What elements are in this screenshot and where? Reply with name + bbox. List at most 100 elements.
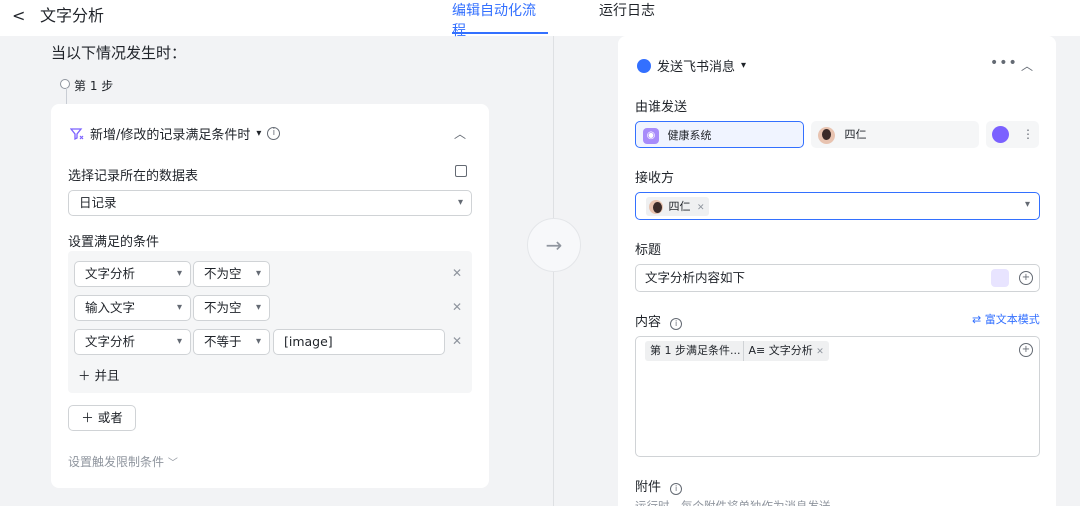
- plus-icon: ＋: [81, 410, 94, 425]
- content-editor[interactable]: 第 1 步满足条件... A≡ 文字分析 ✕ +: [635, 336, 1040, 457]
- sender-app-option[interactable]: ◉ 健康系统: [635, 121, 804, 148]
- chevron-left-icon[interactable]: <: [12, 6, 25, 25]
- sender-user-name: 四仁: [844, 128, 867, 141]
- condition-area: 文字分析 ▾ 不为空 ▾ ✕ 输入文字 ▾ 不为空 ▾ ✕ 文字分析 ▾ 不等于…: [68, 251, 472, 393]
- rich-text-label: 富文本模式: [984, 313, 1040, 326]
- chevron-up-icon[interactable]: ︿: [1021, 57, 1033, 74]
- action-header[interactable]: 发送飞书消息 ▾: [637, 56, 746, 75]
- title-label: 标题: [635, 243, 662, 258]
- more-icon[interactable]: •••: [990, 55, 1018, 71]
- chevron-down-icon: ▾: [176, 302, 182, 313]
- app-icon: [992, 126, 1009, 143]
- chevron-down-icon: ▾: [255, 302, 261, 313]
- chevron-down-icon: ▾: [255, 268, 261, 279]
- action-card: 发送飞书消息 ▾ ••• ︿ 由谁发送 ◉ 健康系统 四仁 ⋮ 接收方 四仁 ✕…: [618, 36, 1056, 506]
- info-icon[interactable]: i: [670, 483, 683, 495]
- close-icon[interactable]: ✕: [452, 334, 462, 348]
- filter-icon: [70, 127, 84, 140]
- add-or-button[interactable]: ＋ 或者: [68, 405, 136, 431]
- title-input-value: 文字分析内容如下: [645, 270, 746, 285]
- chevron-down-icon: ▾: [176, 268, 182, 279]
- trigger-limit-link[interactable]: 设置触发限制条件 ﹀: [68, 453, 178, 470]
- close-icon[interactable]: ✕: [452, 266, 462, 280]
- variable-icon[interactable]: [991, 269, 1009, 287]
- attach-label-text: 附件: [635, 480, 662, 495]
- close-icon[interactable]: ✕: [816, 347, 824, 357]
- condition-op-select[interactable]: 不为空 ▾: [193, 295, 270, 321]
- sender-more-option[interactable]: ⋮: [986, 121, 1039, 148]
- receiver-chip[interactable]: 四仁 ✕: [646, 197, 709, 216]
- trigger-card: 新增/修改的记录满足条件时 ▾ i ︿ 选择记录所在的数据表 日记录 ▾ 设置满…: [51, 104, 489, 488]
- avatar: [649, 200, 663, 214]
- step-pill: 第 1 步满足条件...: [645, 341, 744, 361]
- attach-hint: 运行时，每个附件将单独作为消息发送: [635, 499, 831, 506]
- condition-field-select[interactable]: 文字分析 ▾: [74, 261, 191, 287]
- rich-text-link[interactable]: ⇄ 富文本模式: [972, 311, 1040, 327]
- receiver-label: 接收方: [635, 171, 675, 186]
- add-or-label: 或者: [97, 410, 123, 425]
- condition-field-select[interactable]: 文字分析 ▾: [74, 329, 191, 355]
- condition-op-value: 不为空: [204, 266, 242, 281]
- content-label-text: 内容: [635, 315, 662, 330]
- sender-app-name: 健康系统: [667, 129, 712, 142]
- condition-value-input[interactable]: [image]: [273, 329, 445, 355]
- tab-edit-flow[interactable]: 编辑自动化流程: [452, 0, 548, 40]
- title-input[interactable]: 文字分析内容如下 +: [635, 264, 1040, 292]
- content-label: 内容 i: [635, 311, 683, 330]
- chevron-down-icon: ▾: [741, 60, 747, 71]
- condition-field-value: 输入文字: [85, 300, 136, 315]
- feishu-message-icon: [637, 58, 651, 73]
- top-bar: < 文字分析 编辑自动化流程 运行日志: [0, 0, 1080, 39]
- condition-label: 设置满足的条件: [68, 235, 160, 250]
- sender-user-option[interactable]: 四仁: [811, 121, 979, 148]
- add-icon[interactable]: +: [1019, 271, 1033, 285]
- chevron-up-icon[interactable]: ︿: [454, 125, 466, 142]
- condition-op-value: 不为空: [204, 300, 242, 315]
- add-and-label: 并且: [94, 368, 120, 383]
- add-and-button[interactable]: ＋ 并且: [78, 365, 120, 384]
- condition-field-select[interactable]: 输入文字 ▾: [74, 295, 191, 321]
- table-select[interactable]: 日记录 ▾: [68, 190, 472, 216]
- trigger-title: 新增/修改的记录满足条件时: [90, 128, 251, 143]
- table-label: 选择记录所在的数据表: [68, 169, 199, 184]
- step-label: 第 1 步: [74, 79, 114, 93]
- chevron-down-icon: ▾: [176, 336, 182, 347]
- trigger-limit-label: 设置触发限制条件: [68, 455, 165, 469]
- info-icon[interactable]: i: [670, 318, 683, 330]
- chevron-down-icon: ▾: [256, 128, 262, 139]
- page-title: 文字分析: [40, 6, 105, 25]
- more-vertical-icon[interactable]: ⋮: [1022, 121, 1034, 148]
- condition-field-value: 文字分析: [85, 266, 136, 281]
- receiver-chip-label: 四仁: [668, 200, 691, 213]
- chevron-down-icon: ▾: [1024, 199, 1030, 210]
- chevron-down-icon: ▾: [457, 197, 463, 208]
- field-pill: A≡ 文字分析 ✕: [743, 341, 829, 361]
- text-field-icon: A≡: [748, 344, 766, 357]
- open-external-icon[interactable]: [455, 165, 467, 177]
- sender-label: 由谁发送: [635, 100, 688, 115]
- step-connector: [66, 88, 67, 104]
- condition-op-select[interactable]: 不等于 ▾: [193, 329, 270, 355]
- avatar: [818, 126, 835, 144]
- trigger-header[interactable]: 新增/修改的记录满足条件时 ▾ i: [70, 124, 281, 143]
- add-icon[interactable]: +: [1019, 343, 1033, 357]
- table-select-value: 日记录: [79, 195, 117, 210]
- field-pill-label: 文字分析: [768, 344, 813, 357]
- plus-icon: ＋: [78, 368, 91, 383]
- condition-field-value: 文字分析: [85, 334, 136, 349]
- tab-run-log[interactable]: 运行日志: [599, 0, 655, 20]
- info-icon[interactable]: i: [267, 127, 281, 140]
- action-title: 发送飞书消息: [657, 60, 736, 75]
- condition-op-value: 不等于: [204, 334, 242, 349]
- chevron-down-icon: ﹀: [167, 458, 178, 469]
- arrow-right-icon: →: [527, 218, 581, 272]
- close-icon[interactable]: ✕: [697, 203, 705, 213]
- content-variable-pill[interactable]: 第 1 步满足条件... A≡ 文字分析 ✕: [645, 341, 829, 361]
- receiver-select[interactable]: 四仁 ✕ ▾: [635, 192, 1040, 220]
- condition-value-text: [image]: [284, 334, 333, 349]
- close-icon[interactable]: ✕: [452, 300, 462, 314]
- chevron-down-icon: ▾: [255, 336, 261, 347]
- when-title: 当以下情况发生时：: [51, 44, 187, 62]
- attach-label: 附件 i: [635, 476, 683, 495]
- condition-op-select[interactable]: 不为空 ▾: [193, 261, 270, 287]
